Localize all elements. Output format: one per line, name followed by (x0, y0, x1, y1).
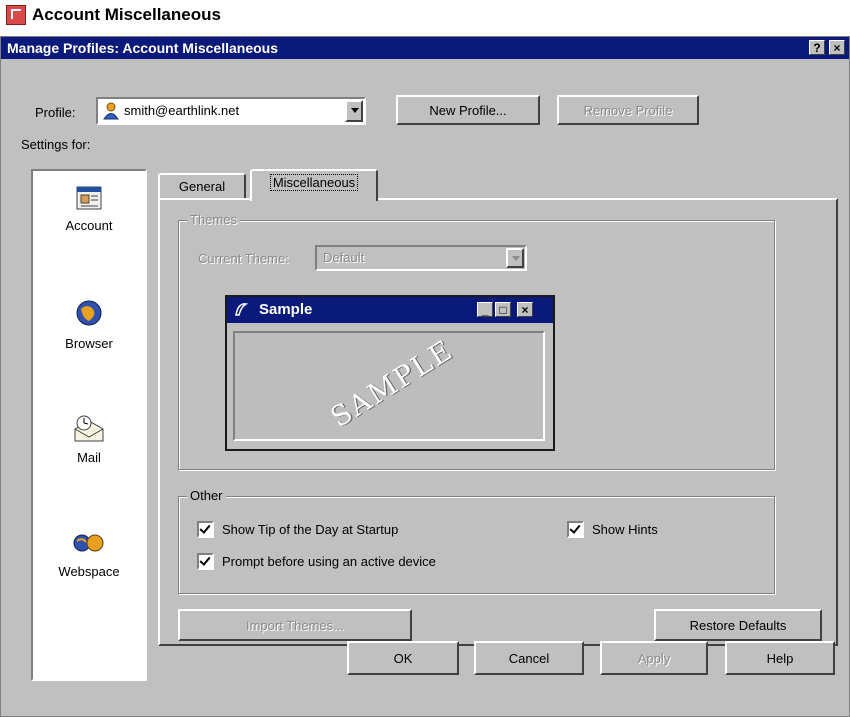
globe-icon (73, 300, 105, 332)
profile-select[interactable]: smith@earthlink.net (96, 97, 366, 125)
sample-close-icon: × (517, 302, 533, 317)
nav-item-browser[interactable]: Browser (35, 297, 143, 351)
show-hints-checkbox[interactable]: Show Hints (567, 521, 658, 538)
show-hints-label: Show Hints (592, 522, 658, 537)
back-arrow-icon[interactable] (6, 5, 26, 25)
nav-item-webspace[interactable]: Webspace (35, 529, 143, 579)
tab-panel: Themes Current Theme: Default Sample _ □… (158, 198, 838, 646)
new-profile-button[interactable]: New Profile... (396, 95, 540, 125)
sample-titlebar: Sample _ □ × (227, 297, 553, 323)
apply-button[interactable]: Apply (600, 641, 708, 675)
theme-sample-preview: Sample _ □ × SAMPLE (225, 295, 555, 451)
prompt-device-checkbox[interactable]: Prompt before using an active device (197, 553, 436, 570)
ok-button[interactable]: OK (347, 641, 459, 675)
nav-item-account[interactable]: Account (35, 181, 143, 233)
nav-label-mail: Mail (77, 450, 101, 465)
profile-dropdown-arrow-icon[interactable] (345, 100, 363, 122)
current-theme-select[interactable]: Default (315, 245, 527, 271)
current-theme-label: Current Theme: (198, 251, 289, 266)
prompt-device-check-icon (197, 553, 214, 570)
close-title-button[interactable]: × (829, 40, 845, 55)
tab-miscellaneous[interactable]: Miscellaneous (250, 169, 378, 201)
nav-label-account: Account (65, 218, 113, 233)
show-tip-label: Show Tip of the Day at Startup (222, 522, 399, 537)
restore-defaults-button[interactable]: Restore Defaults (654, 609, 822, 641)
themes-group-label: Themes (187, 212, 240, 227)
sample-app-icon (233, 301, 249, 321)
doc-title: Account Miscellaneous (32, 5, 221, 24)
show-hints-check-icon (567, 521, 584, 538)
sample-maximize-icon: □ (495, 302, 511, 317)
account-icon (73, 186, 105, 216)
profile-label: Profile: (35, 105, 76, 120)
tab-general[interactable]: General (158, 173, 246, 199)
window-title: Manage Profiles: Account Miscellaneous (7, 40, 278, 56)
nav-label-webspace: Webspace (58, 564, 120, 579)
sample-minimize-icon: _ (477, 302, 493, 317)
mail-icon (71, 415, 107, 448)
other-group-label: Other (187, 488, 226, 503)
profile-value: smith@earthlink.net (124, 103, 240, 118)
import-themes-button[interactable]: Import Themes... (178, 609, 412, 641)
help-button[interactable]: Help (725, 641, 835, 675)
tab-miscellaneous-label: Miscellaneous (269, 174, 359, 191)
prompt-device-label: Prompt before using an active device (222, 554, 436, 569)
sample-title: Sample (259, 301, 313, 318)
webspace-icon (71, 534, 107, 560)
cancel-button[interactable]: Cancel (474, 641, 584, 675)
current-theme-value: Default (323, 250, 365, 265)
themes-group: Themes Current Theme: Default Sample _ □… (178, 212, 775, 470)
settings-nav-list: Account Browser Mail Webspace (31, 169, 147, 681)
nav-label-browser: Browser (65, 336, 113, 351)
other-group: Other Show Tip of the Day at Startup Sho… (178, 488, 775, 594)
nav-item-mail[interactable]: Mail (35, 411, 143, 465)
manage-profiles-dialog: Manage Profiles: Account Miscellaneous ?… (0, 36, 850, 717)
theme-dropdown-arrow-icon[interactable] (506, 248, 524, 268)
doc-header: Account Miscellaneous (6, 3, 221, 27)
remove-profile-button[interactable]: Remove Profile (557, 95, 699, 125)
show-tip-checkbox[interactable]: Show Tip of the Day at Startup (197, 521, 398, 538)
settings-for-label: Settings for: (21, 137, 91, 152)
user-icon (103, 102, 119, 123)
title-bar: Manage Profiles: Account Miscellaneous ?… (1, 37, 849, 59)
help-title-button[interactable]: ? (809, 40, 825, 55)
show-tip-check-icon (197, 521, 214, 538)
